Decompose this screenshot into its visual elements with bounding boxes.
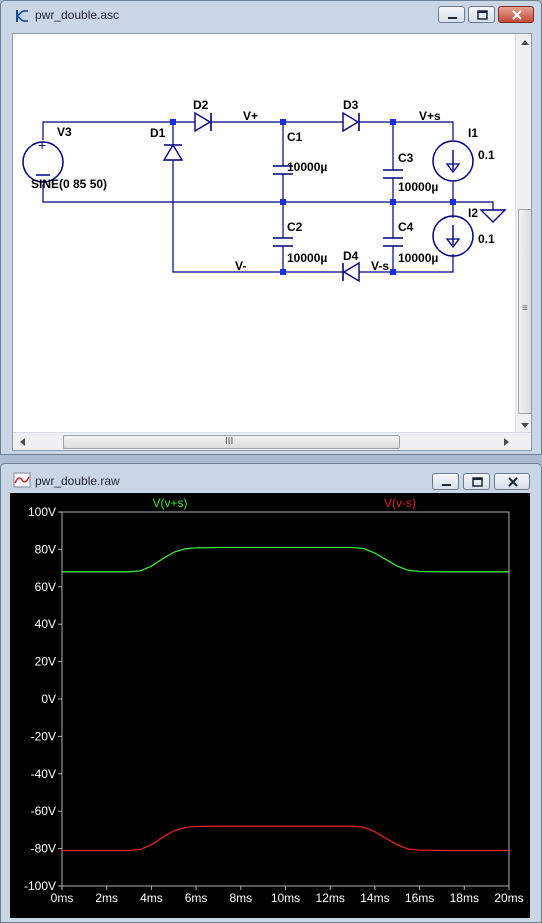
ground-icon (479, 209, 507, 223)
x-tick-label: 20ms (494, 891, 523, 905)
c3-value-label: 10000µ (398, 180, 438, 194)
x-tick-label: 4ms (140, 891, 163, 905)
wires (42, 121, 494, 273)
series-line-Vv+s (62, 546, 509, 573)
net-vminus-s-label: V-s (371, 259, 389, 273)
net-vminus-label: V- (235, 259, 246, 273)
waveform-window: pwr_double.raw 100V 80V 60V 40V 20V 0V -20V -40… (0, 463, 542, 923)
y-tick-label: 40V (35, 617, 56, 631)
i1-label: I1 (468, 126, 478, 140)
scroll-left-arrow-icon[interactable] (16, 433, 30, 451)
i2-value-label: 0.1 (478, 232, 495, 246)
y-tick-label: -20V (31, 729, 56, 743)
y-tick-label: 0V (41, 692, 56, 706)
vertical-scroll-thumb[interactable]: ≡ (518, 209, 531, 414)
scroll-up-arrow-icon[interactable] (516, 36, 532, 50)
minimize-button[interactable] (432, 473, 459, 490)
close-button[interactable] (494, 473, 530, 490)
net-vplus-label: V+ (243, 109, 258, 123)
waveform-app-icon (13, 472, 31, 488)
restore-icon (477, 10, 488, 20)
x-tick-label: 10ms (271, 891, 300, 905)
i2-current-source[interactable] (432, 215, 474, 257)
c1-value-label: 10000µ (287, 160, 327, 174)
v3-label: V3 (57, 125, 72, 139)
svg-text:+: + (38, 137, 46, 153)
x-tick-label: 12ms (316, 891, 345, 905)
series-line-Vv-s (62, 825, 509, 852)
x-tick-label: 18ms (450, 891, 479, 905)
y-tick-label: -80V (31, 842, 56, 856)
i1-current-source[interactable] (432, 140, 474, 182)
d2-diode[interactable] (194, 111, 212, 133)
vertical-scroll-grip: ≡ (522, 303, 528, 314)
minimize-button[interactable] (438, 6, 465, 23)
schematic-drawing[interactable]: + V3 SINE(0 85 50) D1 D2 D3 D4 V+ V- V+s… (13, 34, 532, 432)
x-tick-label: 2ms (95, 891, 118, 905)
y-tick-label: 80V (35, 542, 56, 556)
x-tick-label: 6ms (185, 891, 208, 905)
d4-diode[interactable] (342, 261, 360, 283)
i1-value-label: 0.1 (478, 148, 495, 162)
d1-diode[interactable] (162, 143, 184, 161)
waveform-titlebar[interactable]: pwr_double.raw (1, 464, 541, 494)
restore-button[interactable] (463, 473, 490, 490)
minimize-icon (448, 17, 457, 19)
net-vplus-s-label: V+s (419, 109, 441, 123)
x-tick-label: 0ms (51, 891, 74, 905)
scroll-down-arrow-icon[interactable] (516, 418, 532, 432)
c3-label: C3 (398, 151, 414, 165)
waveform-chart[interactable]: 100V80V60V40V20V0V-20V-40V-60V-80V-100V0… (10, 493, 530, 918)
capacitor-plates (273, 165, 403, 247)
restore-button[interactable] (468, 6, 495, 23)
v3-voltage-source[interactable]: + (22, 137, 64, 183)
minimize-icon (442, 484, 451, 486)
x-tick-label: 8ms (229, 891, 252, 905)
d4-label: D4 (343, 249, 359, 263)
y-tick-label: -60V (31, 804, 56, 818)
schematic-canvas[interactable]: + V3 SINE(0 85 50) D1 D2 D3 D4 V+ V- V+s… (12, 33, 532, 451)
waveform-window-title: pwr_double.raw (35, 474, 120, 488)
c2-label: C2 (287, 220, 303, 234)
schematic-app-icon (16, 10, 28, 22)
close-button[interactable] (498, 6, 534, 23)
horizontal-scroll-grip: III (225, 436, 234, 447)
horizontal-scroll-thumb[interactable]: III (63, 435, 400, 449)
scroll-right-arrow-icon[interactable] (499, 433, 513, 451)
restore-icon (472, 477, 483, 487)
c4-label: C4 (398, 220, 414, 234)
x-tick-label: 16ms (405, 891, 434, 905)
schematic-window-title: pwr_double.asc (35, 8, 120, 22)
plot-frame (61, 511, 510, 887)
y-tick-label: -40V (31, 767, 56, 781)
c1-label: C1 (287, 130, 303, 144)
schematic-window: pwr_double.asc + V3 SINE(0 85 50) D1 D2 … (0, 0, 542, 455)
d3-diode[interactable] (342, 111, 360, 133)
y-tick-label: 20V (35, 655, 56, 669)
i2-label: I2 (468, 206, 478, 220)
close-icon (512, 10, 522, 20)
v3-value-label: SINE(0 85 50) (31, 177, 107, 191)
x-tick-label: 14ms (360, 891, 389, 905)
close-icon (508, 477, 518, 487)
legend-entry: V(v+s) (152, 496, 187, 510)
schematic-horizontal-scrollbar[interactable]: III (13, 432, 531, 451)
y-tick-label: 60V (35, 580, 56, 594)
d1-label: D1 (150, 126, 166, 140)
d2-label: D2 (193, 98, 209, 112)
c2-value-label: 10000µ (287, 251, 327, 265)
waveform-plot-area[interactable]: 100V 80V 60V 40V 20V 0V -20V -40V -60V -80V -100V 0… (10, 493, 530, 918)
c4-value-label: 10000µ (398, 251, 438, 265)
schematic-vertical-scrollbar[interactable]: ≡ (515, 34, 532, 434)
y-tick-label: 100V (28, 505, 56, 519)
schematic-titlebar[interactable]: pwr_double.asc (1, 1, 541, 31)
legend-entry: V(v-s) (384, 496, 416, 510)
d3-label: D3 (343, 98, 359, 112)
